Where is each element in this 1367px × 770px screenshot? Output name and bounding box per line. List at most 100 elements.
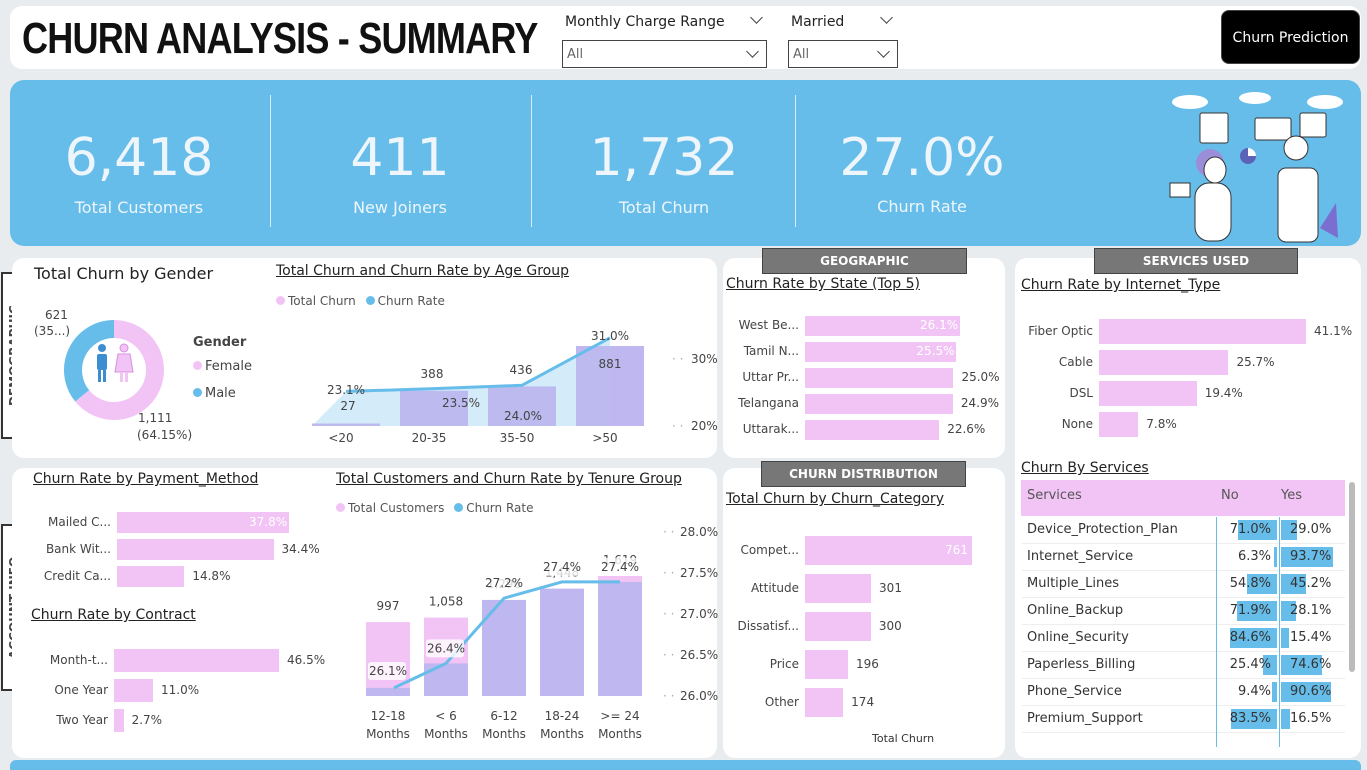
gender-donut-chart[interactable] [58, 314, 170, 426]
tenure-overlap [598, 581, 642, 696]
state-value-label: 26.1% [920, 318, 959, 332]
category-bar [805, 574, 872, 603]
tenure-y2-tick: 28.0% [680, 525, 719, 539]
age-x-tick: 35-50 [500, 431, 535, 445]
services-yes-value: 29.0% [1290, 522, 1332, 537]
payment-bar [117, 566, 185, 587]
services-yes-value: 16.5% [1290, 711, 1332, 726]
services-yes-value: 45.2% [1290, 576, 1332, 591]
age-x-tick: >50 [592, 431, 617, 445]
internet-category-label: Fiber Optic [1028, 323, 1093, 338]
tenure-rate-label: 26.1% [369, 664, 407, 678]
services-table-title: Churn By Services [1021, 460, 1149, 476]
services-table-header: Services No Yes [1021, 480, 1345, 516]
internet-bar [1099, 319, 1306, 344]
services-row-name: Online_Security [1027, 630, 1129, 645]
category-value-label: 174 [851, 694, 875, 709]
services-no-value: 71.9% [1229, 603, 1271, 618]
category-category-label: Attitude [750, 580, 799, 595]
services-row-divider [1022, 597, 1345, 598]
tenure-x-tick: 12-18 [370, 709, 406, 723]
age-overlap [312, 423, 380, 426]
kpi-divider [531, 95, 532, 227]
tenure-rate-label: 26.4% [427, 641, 465, 655]
age-x-tick: 20-35 [412, 431, 447, 445]
services-row-divider [1022, 543, 1345, 544]
payment-value-label: 14.8% [192, 568, 231, 583]
age-rate-label: 23.1% [327, 383, 365, 397]
age-bar-label: 27 [340, 399, 355, 413]
tenure-overlap [540, 588, 584, 696]
tenure-y2-tick: 27.0% [680, 607, 719, 621]
state-value-label: 25.5% [916, 344, 955, 358]
tenure-x-tick: Months [540, 727, 584, 741]
contract-category-label: Two Year [56, 712, 108, 727]
services-row-divider [1022, 624, 1345, 625]
services-no-value: 9.4% [1237, 684, 1271, 699]
tenure-y2-dots: · · [663, 607, 675, 621]
services-no-value: 83.5% [1229, 711, 1271, 726]
state-value-label: 25.0% [961, 370, 1000, 384]
state-category-label: Tamil N... [743, 344, 799, 358]
services-row-name: Multiple_Lines [1027, 576, 1120, 591]
tenure-combo-chart[interactable]: 9971,0581,2961,4481,61926.1%26.4%27.2%27… [360, 520, 660, 700]
state-category-label: West Be... [738, 318, 799, 332]
kpi-new-joiners-value: 411 [350, 128, 450, 188]
tenure-x-tick: Months [424, 727, 468, 741]
category-category-label: Compet... [740, 542, 799, 557]
services-col-divider [1216, 517, 1217, 747]
kpi-total-customers-value: 6,418 [64, 128, 214, 188]
state-bar [805, 394, 953, 414]
services-yes-value: 90.6% [1290, 684, 1332, 699]
age-group-combo-chart[interactable]: <20 27 23.1% 20-35 388 23.5% 35-50 436 24.0% >50 8… [300, 320, 660, 450]
services-row-name: Internet_Service [1027, 549, 1134, 564]
internet-category-label: Cable [1058, 354, 1093, 369]
contract-value-label: 11.0% [161, 682, 200, 697]
services-row-divider [1022, 705, 1345, 706]
payment-value-label: 37.8% [249, 514, 288, 529]
state-category-label: Uttarak... [742, 422, 799, 436]
kpi-churn-rate-label: Churn Rate [877, 197, 967, 216]
contract-bar [114, 709, 124, 732]
tenure-x-tick: >= 24 [600, 709, 640, 723]
monthly-charge-dropdown[interactable]: All [562, 40, 767, 68]
services-yes-value: 74.6% [1290, 657, 1332, 672]
age-y2-dots: · · [672, 352, 684, 366]
category-category-label: Other [764, 694, 799, 709]
kpi-divider [795, 95, 796, 227]
services-no-value: 25.4% [1229, 657, 1271, 672]
kpi-total-customers-label: Total Customers [74, 198, 204, 217]
footer-strip [10, 760, 1361, 770]
monthly-charge-value: All [567, 47, 584, 62]
tenure-x-tick: Months [366, 727, 410, 741]
geographic-section-header: GEOGRAPHIC [762, 248, 967, 274]
kpi-divider [270, 95, 271, 227]
married-slicer-label: Married [791, 14, 845, 30]
age-chart-legend: Total Churn Churn Rate [276, 294, 445, 308]
tenure-x-tick: < 6 [435, 709, 457, 723]
age-bar-label: 436 [510, 363, 533, 377]
state-value-label: 24.9% [960, 396, 999, 410]
age-y2-tick: 20% [691, 419, 718, 433]
services-header-no: No [1221, 488, 1239, 503]
category-value-label: 196 [856, 656, 879, 671]
kpi-new-joiners-label: New Joiners [353, 198, 447, 217]
category-category-label: Price [769, 656, 799, 671]
services-no-value: 54.8% [1229, 576, 1271, 591]
tenure-rate-label: 27.4% [601, 560, 639, 574]
state-category-label: Telangana [738, 396, 799, 410]
internet-bar [1099, 381, 1197, 406]
services-row-name: Premium_Support [1027, 711, 1143, 726]
services-no-bar [1271, 682, 1277, 702]
churn-prediction-button[interactable]: Churn Prediction [1221, 10, 1360, 64]
services-no-value: 71.0% [1229, 522, 1271, 537]
category-bar [805, 650, 848, 679]
tenure-x-tick: 18-24 [544, 709, 580, 723]
state-chart-title: Churn Rate by State (Top 5) [726, 276, 920, 292]
contract-value-label: 46.5% [287, 652, 326, 667]
services-table-scrollbar[interactable] [1349, 482, 1355, 672]
male-data-pct: (35...) [34, 324, 71, 338]
payment-category-label: Bank Wit... [45, 541, 111, 556]
tenure-overlap [366, 687, 410, 696]
kpi-total-churn-label: Total Churn [618, 198, 710, 217]
